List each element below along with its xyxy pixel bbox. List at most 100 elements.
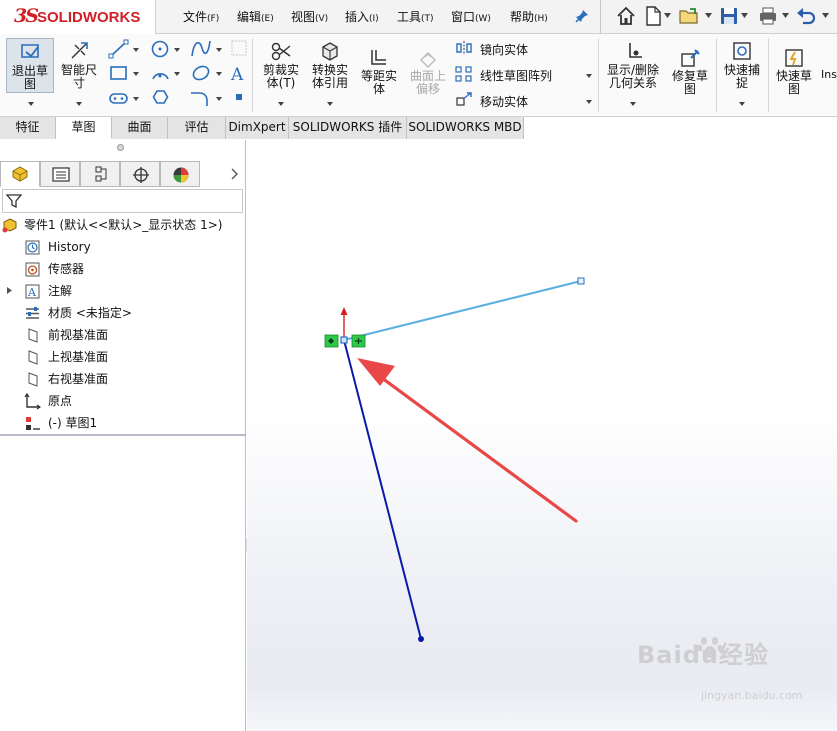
menu-view[interactable]: 视图(V) [291,8,328,25]
tree-item-label: 注解 [48,284,73,298]
arc-dropdown-icon[interactable] [174,72,180,76]
linear-pattern-button[interactable]: 线性草图阵列 [480,67,552,84]
filter-icon[interactable] [6,193,22,209]
tree-item-label: (-) 草图1 [48,416,98,430]
quick-snaps-button[interactable]: 快速捕 捉 [718,38,766,98]
fillet-dropdown-icon[interactable] [216,97,222,101]
move-entities-dropdown-icon[interactable] [586,100,592,104]
mirror-icon[interactable] [455,40,473,56]
display-delete-relations-button[interactable]: 显示/删除 几何关系 [602,38,664,98]
tab-configuration-manager[interactable] [80,161,120,187]
slot-tool-icon[interactable] [109,93,128,104]
undo-dropdown-icon[interactable] [822,13,829,18]
circle-dropdown-icon[interactable] [174,48,180,52]
linear-pattern-dropdown-icon[interactable] [586,74,592,78]
trim-entities-button[interactable]: 剪裁实 体(T) [256,38,306,98]
menu-tools[interactable]: 工具(T) [397,8,434,25]
tree-item-label: History [48,240,91,254]
save-dropdown-icon[interactable] [741,13,748,18]
mirror-entities-button[interactable]: 镜向实体 [480,41,528,58]
offset-entities-button[interactable]: 等距实 体 [355,38,403,98]
undo-icon[interactable] [795,5,817,27]
line-dropdown-icon[interactable] [133,48,139,52]
sketch-line-dark[interactable] [343,339,422,640]
point-tool-icon[interactable] [236,94,242,100]
rapid-sketch-button[interactable]: 快速草 图 [770,38,818,98]
tab-property-manager[interactable] [40,161,80,187]
offset-on-surface-button[interactable]: 曲面上 偏移 [404,38,452,98]
relations-dropdown-icon[interactable] [630,102,636,106]
quick-snaps-dropdown-icon[interactable] [739,102,745,106]
tab-dimxpert-manager[interactable] [120,161,160,187]
command-manager-tabs: 特征 草图 曲面 评估 DimXpert SOLIDWORKS 插件 SOLID… [0,117,524,139]
polygon-tool-icon[interactable] [152,90,169,104]
tab-surfaces[interactable]: 曲面 [112,117,168,139]
feature-manager-tabs [0,161,246,187]
exit-sketch-icon [21,44,39,58]
spline-tool-icon[interactable] [191,40,211,57]
chevron-right-icon[interactable] [230,168,238,180]
menu-window[interactable]: 窗口(W) [451,8,491,25]
feature-filter-box[interactable] [2,189,243,213]
menu-file[interactable]: 文件(F) [183,8,219,25]
menu-help[interactable]: 帮助(H) [510,8,548,25]
line-endpoint-point[interactable] [418,636,424,642]
new-dropdown-icon[interactable] [664,13,671,18]
arc-tool-icon[interactable] [152,73,169,80]
exit-sketch-dropdown-icon[interactable] [28,102,34,106]
sketch-tools-grid: A [108,39,247,106]
logo-text: SOLIDWORKS [37,9,141,26]
menu-insert[interactable]: 插入(I) [345,8,379,25]
shared-vertex-handle[interactable] [340,336,348,344]
convert-dropdown-icon[interactable] [327,102,333,106]
line-tool-icon[interactable] [108,39,129,59]
smart-dimension-dropdown-icon[interactable] [76,102,82,106]
convert-entities-button[interactable]: 转换实 体引用 [306,38,354,98]
text-tool-icon[interactable]: A [230,65,244,85]
trim-dropdown-icon[interactable] [278,102,284,106]
rectangle-tool-icon[interactable] [110,66,127,80]
tab-dimxpert[interactable]: DimXpert [226,117,289,139]
open-dropdown-icon[interactable] [705,13,712,18]
rectangle-dropdown-icon[interactable] [133,72,139,76]
display-manager-icon [173,167,189,183]
exit-sketch-button[interactable]: 退出草 图 [6,38,54,93]
ellipse-dropdown-icon[interactable] [216,72,222,76]
expand-caret-icon[interactable] [6,286,13,295]
menu-edit[interactable]: 编辑(E) [237,8,274,25]
new-file-icon[interactable] [642,5,664,27]
trim-icon [271,42,291,61]
tab-display-manager[interactable] [160,161,200,187]
print-icon[interactable] [757,5,779,27]
save-icon[interactable] [718,5,740,27]
tab-solidworks-mbd[interactable]: SOLIDWORKS MBD [407,117,524,139]
title-bar: 3S SOLIDWORKS 文件(F) 编辑(E) 视图(V) 插入(I) 工具… [0,0,837,34]
circle-tool-icon[interactable] [151,40,169,58]
tab-feature-tree[interactable] [0,161,40,187]
ellipse-tool-icon[interactable] [191,64,211,82]
open-folder-icon[interactable] [678,5,700,27]
tab-features[interactable]: 特征 [0,117,56,139]
print-dropdown-icon[interactable] [782,13,789,18]
tab-solidworks-addins[interactable]: SOLIDWORKS 插件 [289,117,407,139]
fillet-tool-icon[interactable] [191,92,208,106]
linear-pattern-icon[interactable] [455,66,473,82]
solidworks-logo[interactable]: 3S SOLIDWORKS [0,0,156,34]
tab-sketch[interactable]: 草图 [56,117,112,139]
repair-sketch-button[interactable]: 修复草 图 [666,38,714,98]
panel-grip-handle[interactable] [117,144,124,151]
move-entities-icon[interactable] [455,91,473,107]
smart-dimension-button[interactable]: 智能尺 寸 [57,38,101,93]
move-entities-button[interactable]: 移动实体 [480,93,528,110]
watermark-brand: Baidu经验 [637,641,769,669]
red-annotation-arrow [380,376,578,523]
instant-button-cutoff[interactable]: Ins [821,68,837,81]
line-endpoint-handle[interactable] [577,277,585,285]
slot-dropdown-icon[interactable] [133,97,139,101]
watermark-url: jingyan.baidu.com [701,689,803,702]
sketch-line-light[interactable] [343,280,582,341]
tab-evaluate[interactable]: 评估 [168,117,226,139]
home-icon[interactable] [615,5,637,27]
pin-icon[interactable] [575,9,589,23]
spline-dropdown-icon[interactable] [216,48,222,52]
